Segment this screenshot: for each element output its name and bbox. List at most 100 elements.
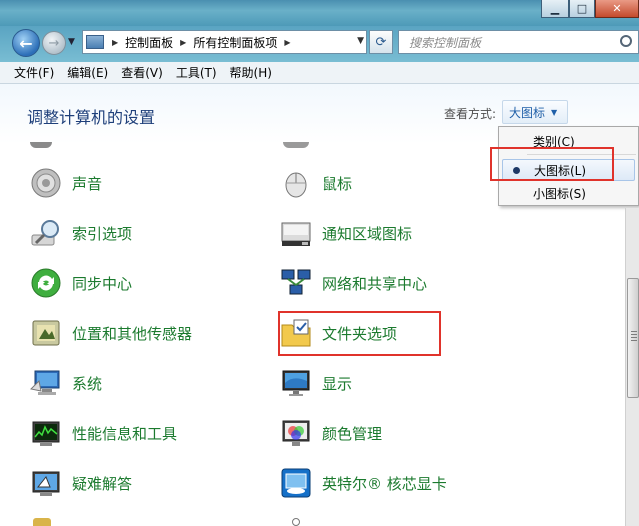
partial-icon [292, 518, 300, 526]
recent-pages-dropdown[interactable]: ▼ [68, 37, 75, 47]
chevron-right-icon[interactable]: ▶ [284, 38, 290, 47]
breadcrumb-all-items[interactable]: 所有控制面板项 [193, 34, 277, 51]
item-system[interactable]: 系统 [30, 367, 102, 399]
item-label: 声音 [72, 174, 103, 193]
maximize-button[interactable]: □ [569, 0, 595, 18]
minimize-button[interactable]: ▁ [541, 0, 569, 18]
performance-monitor-icon [30, 417, 62, 449]
search-input[interactable]: 搜索控制面板 [398, 30, 639, 54]
speaker-icon [30, 167, 62, 199]
back-button[interactable]: ← [12, 29, 40, 57]
view-by-dropdown[interactable]: 大图标 ▼ [502, 100, 568, 124]
window-controls: ▁ □ ✕ [541, 0, 639, 18]
item-sync-center[interactable]: 同步中心 [30, 267, 132, 299]
grip-line [631, 331, 637, 332]
partial-icon [283, 142, 309, 148]
item-label: 显示 [322, 374, 353, 393]
menu-option-label: 类别(C) [533, 134, 575, 149]
chevron-right-icon[interactable]: ▶ [180, 38, 186, 47]
menu-option-small-icons[interactable]: 小图标(S) [499, 182, 638, 204]
grip-line [631, 337, 637, 338]
item-label: 疑难解答 [72, 474, 133, 493]
item-label: 通知区域图标 [322, 224, 413, 243]
item-location-sensors[interactable]: 位置和其他传感器 [30, 317, 192, 349]
magnifier-icon [30, 217, 62, 249]
item-label: 英特尔® 核芯显卡 [322, 474, 447, 493]
view-by-value: 大图标 [509, 105, 546, 120]
sensor-icon [30, 317, 62, 349]
search-placeholder: 搜索控制面板 [409, 35, 482, 50]
intel-graphics-icon [280, 467, 312, 499]
chevron-right-icon[interactable]: ▶ [112, 38, 118, 47]
item-label: 鼠标 [322, 174, 353, 193]
color-management-icon [280, 417, 312, 449]
notification-area-icon [280, 217, 312, 249]
item-label: 网络和共享中心 [322, 274, 428, 293]
radio-bullet-icon [513, 167, 520, 174]
page-title: 调整计算机的设置 [27, 108, 156, 127]
item-label: 同步中心 [72, 274, 133, 293]
caret-down-icon: ▼ [551, 107, 558, 117]
item-notification-icons[interactable]: 通知区域图标 [280, 217, 412, 249]
network-icon [280, 267, 312, 299]
item-mouse[interactable]: 鼠标 [280, 167, 352, 199]
control-panel-icon [86, 35, 104, 49]
item-intel-graphics[interactable]: 英特尔® 核芯显卡 [280, 467, 447, 499]
navigation-bar: ← → ▼ ▶ 控制面板 ▶ 所有控制面板项 ▶ ▼ ⟳ 搜索控制面板 [0, 26, 639, 62]
vertical-scrollbar[interactable] [625, 208, 639, 526]
maximize-icon: □ [576, 2, 588, 15]
item-label: 位置和其他传感器 [72, 324, 193, 343]
menu-tools[interactable]: 工具(T) [176, 64, 217, 81]
item-color-management[interactable]: 颜色管理 [280, 417, 382, 449]
menu-view[interactable]: 查看(V) [121, 64, 163, 81]
search-icon[interactable] [620, 35, 632, 47]
menu-option-large-icons[interactable]: 大图标(L) [502, 159, 635, 181]
forward-arrow-icon: → [48, 35, 60, 51]
item-indexing-options[interactable]: 索引选项 [30, 217, 132, 249]
forward-button[interactable]: → [42, 31, 66, 55]
item-sound[interactable]: 声音 [30, 167, 102, 199]
partial-icon [30, 142, 52, 148]
item-label: 文件夹选项 [322, 324, 398, 343]
breadcrumb-control-panel[interactable]: 控制面板 [125, 34, 173, 51]
view-by-label: 查看方式: [444, 107, 497, 121]
view-by-menu: 类别(C) 大图标(L) 小图标(S) [498, 126, 639, 206]
item-label: 颜色管理 [322, 424, 383, 443]
minimize-icon: ▁ [550, 2, 560, 15]
scroll-thumb[interactable] [627, 278, 639, 398]
computer-icon [30, 367, 62, 399]
menu-help[interactable]: 帮助(H) [230, 64, 272, 81]
item-network-sharing[interactable]: 网络和共享中心 [280, 267, 427, 299]
menu-option-label: 大图标(L) [534, 163, 587, 178]
refresh-icon: ⟳ [375, 34, 387, 50]
menu-file[interactable]: 文件(F) [14, 64, 54, 81]
refresh-button[interactable]: ⟳ [369, 30, 393, 54]
folder-options-icon [280, 317, 312, 349]
troubleshoot-icon [30, 467, 62, 499]
grip-line [631, 340, 637, 341]
chevron-down-icon: ▼ [68, 37, 75, 47]
menu-option-category[interactable]: 类别(C) [499, 130, 638, 152]
grip-line [631, 334, 637, 335]
item-folder-options[interactable]: 文件夹选项 [280, 317, 397, 349]
item-performance[interactable]: 性能信息和工具 [30, 417, 177, 449]
item-display[interactable]: 显示 [280, 367, 352, 399]
menu-edit[interactable]: 编辑(E) [67, 64, 108, 81]
partial-icon [33, 518, 51, 526]
item-label: 索引选项 [72, 224, 133, 243]
sync-icon [30, 267, 62, 299]
item-troubleshooting[interactable]: 疑难解答 [30, 467, 132, 499]
item-label: 系统 [72, 374, 103, 393]
control-panel-window: ▁ □ ✕ ← → ▼ ▶ 控制面板 ▶ 所有控制面板项 ▶ ▼ ⟳ 搜索控制面… [0, 0, 639, 526]
address-dropdown-icon[interactable]: ▼ [357, 36, 364, 46]
address-bar[interactable]: ▶ 控制面板 ▶ 所有控制面板项 ▶ ▼ [82, 30, 367, 54]
close-icon: ✕ [612, 2, 622, 15]
close-button[interactable]: ✕ [595, 0, 639, 18]
back-arrow-icon: ← [19, 33, 33, 53]
item-label: 性能信息和工具 [72, 424, 178, 443]
menu-bar: 文件(F) 编辑(E) 查看(V) 工具(T) 帮助(H) [0, 62, 639, 84]
title-bar: ▁ □ ✕ [0, 0, 639, 26]
display-icon [280, 367, 312, 399]
mouse-icon [280, 167, 312, 199]
menu-separator [527, 154, 636, 155]
